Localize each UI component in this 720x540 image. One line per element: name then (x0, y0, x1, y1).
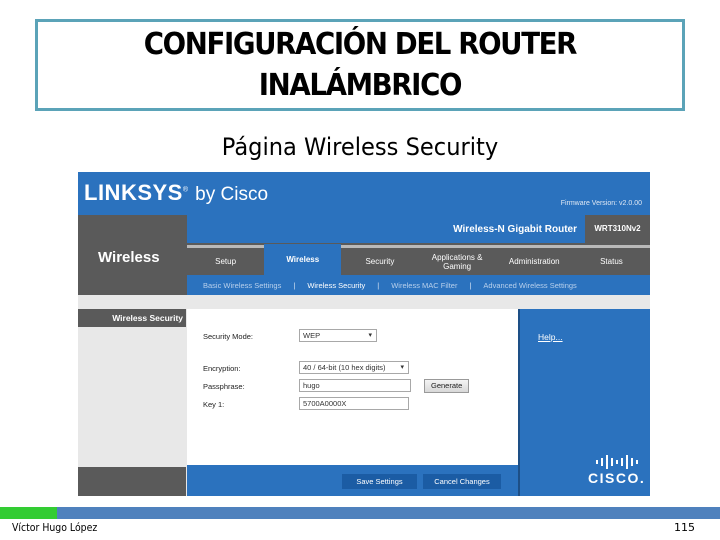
settings-form: Security Mode: WEP ▾ Encryption: 40 / 64… (187, 309, 518, 465)
dropdown-arrow-icon: ▾ (400, 364, 404, 371)
security-mode-label: Security Mode: (203, 332, 254, 341)
side-panel: Wireless Security (78, 295, 186, 496)
subtab-wireless-security[interactable]: Wireless Security (307, 281, 365, 290)
key1-input[interactable]: 5700A0000X (299, 397, 409, 410)
firmware-version: Firmware Version: v2.0.00 (560, 200, 642, 207)
slide-subtitle: Página Wireless Security (221, 133, 499, 161)
passphrase-label: Passphrase: (203, 382, 245, 391)
help-panel: Help... CISCO. (518, 309, 650, 496)
dropdown-arrow-icon: ▾ (368, 332, 372, 339)
security-mode-select[interactable]: WEP ▾ (299, 329, 377, 342)
passphrase-input[interactable]: hugo (299, 379, 411, 392)
router-header: LINKSYS® by Cisco Firmware Version: v2.0… (78, 172, 650, 215)
title-line-1: CONFIGURACIÓN DEL ROUTER (143, 27, 578, 62)
footer-accent (0, 507, 57, 519)
title-box: CONFIGURACIÓN DEL ROUTER INALÁMBRICO (35, 19, 685, 111)
tab-setup[interactable]: Setup (187, 248, 265, 275)
sub-tabs: Basic Wireless Settings | Wireless Secur… (187, 275, 650, 295)
tab-administration[interactable]: Administration (495, 248, 573, 275)
page-number: 115 (674, 521, 695, 534)
generate-button[interactable]: Generate (424, 379, 470, 393)
side-bottom (78, 467, 186, 496)
cisco-logo: CISCO. (588, 455, 645, 486)
product-name: Wireless-N Gigabit Router (453, 224, 577, 235)
main-tabs: Setup Wireless Security Applications & G… (187, 244, 650, 275)
cancel-changes-button[interactable]: Cancel Changes (423, 474, 501, 489)
cisco-wordmark: CISCO. (588, 470, 646, 486)
action-bar: Save Settings Cancel Changes (187, 465, 518, 496)
key1-label: Key 1: (203, 400, 225, 409)
encryption-label: Encryption: (203, 364, 241, 373)
brand-suffix: by Cisco (195, 184, 269, 205)
brand-name: LINKSYS (84, 180, 183, 205)
security-mode-value: WEP (303, 331, 321, 340)
footer-author: Víctor Hugo López (12, 521, 98, 534)
nav-area: Wireless Wireless-N Gigabit Router WRT31… (78, 215, 650, 295)
separator: | (469, 280, 472, 290)
side-heading: Wireless Security (78, 309, 186, 327)
product-bar: Wireless-N Gigabit Router (187, 215, 585, 243)
slide: CONFIGURACIÓN DEL ROUTER INALÁMBRICO Pág… (0, 0, 720, 540)
separator: | (377, 280, 380, 290)
tab-wireless[interactable]: Wireless (264, 244, 342, 275)
cisco-bars-icon (588, 455, 645, 469)
encryption-value: 40 / 64-bit (10 hex digits) (303, 363, 386, 372)
help-link[interactable]: Help... (538, 332, 563, 342)
subtab-advanced-wireless-settings[interactable]: Advanced Wireless Settings (483, 281, 576, 290)
tab-status[interactable]: Status (572, 248, 650, 275)
section-title: Wireless (98, 249, 160, 266)
registered-mark: ® (182, 186, 189, 194)
tab-applications-gaming[interactable]: Applications & Gaming (418, 248, 496, 275)
title-line-2: INALÁMBRICO (258, 68, 463, 103)
model-number: WRT310Nv2 (585, 215, 650, 243)
router-screenshot: LINKSYS® by Cisco Firmware Version: v2.0… (78, 172, 650, 496)
linksys-logo: LINKSYS® by Cisco (84, 180, 268, 206)
encryption-select[interactable]: 40 / 64-bit (10 hex digits) ▾ (299, 361, 409, 374)
tab-security[interactable]: Security (341, 248, 419, 275)
separator: | (293, 280, 296, 290)
footer-bar (0, 507, 720, 519)
save-settings-button[interactable]: Save Settings (342, 474, 417, 489)
subtab-basic-wireless-settings[interactable]: Basic Wireless Settings (203, 281, 281, 290)
subtab-wireless-mac-filter[interactable]: Wireless MAC Filter (391, 281, 457, 290)
